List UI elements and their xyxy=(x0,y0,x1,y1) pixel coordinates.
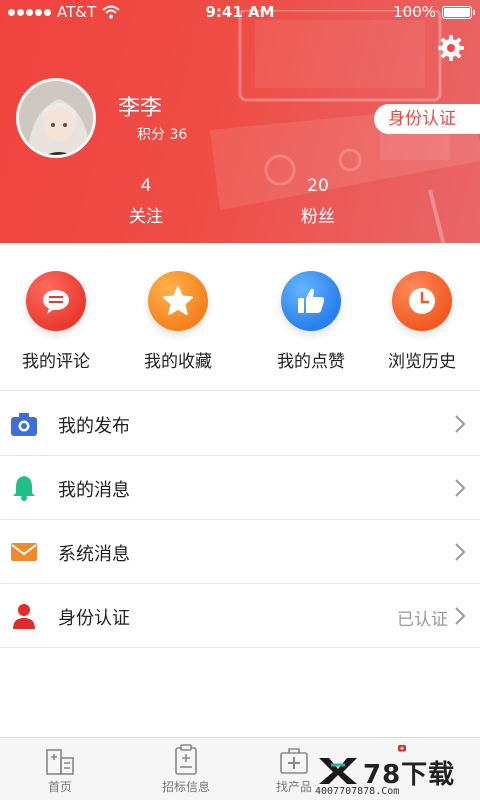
following-label: 关注 xyxy=(129,207,163,227)
chevron-right-icon xyxy=(455,415,466,433)
following-count: 4 xyxy=(140,176,152,196)
building-icon xyxy=(46,749,74,775)
quick-action-likes[interactable]: 我的点赞 xyxy=(256,271,366,372)
quick-actions: 我的评论 我的收藏 我的点赞 浏览历史 xyxy=(0,243,480,391)
person-icon xyxy=(13,604,35,629)
chevron-right-icon xyxy=(455,607,466,625)
quick-action-label: 我的评论 xyxy=(22,352,90,372)
points-label: 积分 36 xyxy=(137,127,188,143)
username: 李李 xyxy=(118,96,163,121)
settings-gear-icon[interactable] xyxy=(437,34,465,62)
battery-percent: 100% xyxy=(393,3,436,21)
clipboard-icon xyxy=(175,744,197,775)
medical-kit-icon xyxy=(280,748,308,774)
stat-following[interactable]: 4 关注 xyxy=(101,176,191,227)
camera-icon xyxy=(11,413,37,436)
menu-item-label: 我的消息 xyxy=(58,480,130,501)
star-icon xyxy=(163,286,193,315)
quick-action-favorites[interactable]: 我的收藏 xyxy=(123,271,233,372)
watermark-logo-icon xyxy=(319,758,357,784)
tab-home[interactable]: 首页 xyxy=(10,744,110,795)
menu-item-my-messages[interactable]: 我的消息 xyxy=(0,456,480,520)
identity-verify-button[interactable]: 身份认证 xyxy=(374,104,480,134)
quick-action-label: 浏览历史 xyxy=(388,352,456,372)
menu-item-label: 身份认证 xyxy=(58,608,130,629)
menu-item-system-messages[interactable]: 系统消息 xyxy=(0,520,480,584)
chevron-right-icon xyxy=(455,479,466,497)
quick-action-label: 我的收藏 xyxy=(144,352,212,372)
clock-icon xyxy=(409,288,435,314)
fans-label: 粉丝 xyxy=(301,207,335,227)
tab-label: 招标信息 xyxy=(161,780,210,794)
status-bar: AT&T 9:41 AM 100% xyxy=(0,0,480,24)
quick-action-history[interactable]: 浏览历史 xyxy=(367,271,477,372)
bell-icon xyxy=(13,476,35,501)
menu-item-identity-verify[interactable]: 身份认证 已认证 xyxy=(0,584,480,648)
comment-icon xyxy=(43,290,69,314)
avatar-image xyxy=(19,81,93,155)
tab-label: 首页 xyxy=(47,780,72,794)
verified-status: 已认证 xyxy=(397,610,448,630)
stat-fans[interactable]: 20 粉丝 xyxy=(273,176,363,227)
status-right: 100% xyxy=(393,3,475,21)
menu-list: 我的发布 我的消息 系统消息 身份认证 已认证 xyxy=(0,392,480,648)
quick-action-comments[interactable]: 我的评论 xyxy=(1,271,111,372)
battery-icon xyxy=(442,5,475,19)
comment-circle xyxy=(26,271,86,331)
watermark: 78下载 4007707878.Com xyxy=(315,752,480,800)
watermark-url: 4007707878.Com xyxy=(315,786,400,797)
star-circle xyxy=(148,271,208,331)
thumbs-up-icon xyxy=(298,288,325,313)
clock-circle xyxy=(392,271,452,331)
menu-item-label: 系统消息 xyxy=(58,544,130,565)
menu-item-my-posts[interactable]: 我的发布 xyxy=(0,392,480,456)
profile-header: AT&T 9:41 AM 100% 李李 积分 36 身份认证 4 关注 20 … xyxy=(0,0,480,243)
thumbs-up-circle xyxy=(281,271,341,331)
menu-item-label: 我的发布 xyxy=(58,416,130,437)
mail-icon xyxy=(11,543,37,561)
avatar[interactable] xyxy=(16,78,96,158)
fans-count: 20 xyxy=(307,176,329,196)
tab-tenders[interactable]: 招标信息 xyxy=(136,744,236,795)
chevron-right-icon xyxy=(455,543,466,561)
quick-action-label: 我的点赞 xyxy=(277,352,345,372)
